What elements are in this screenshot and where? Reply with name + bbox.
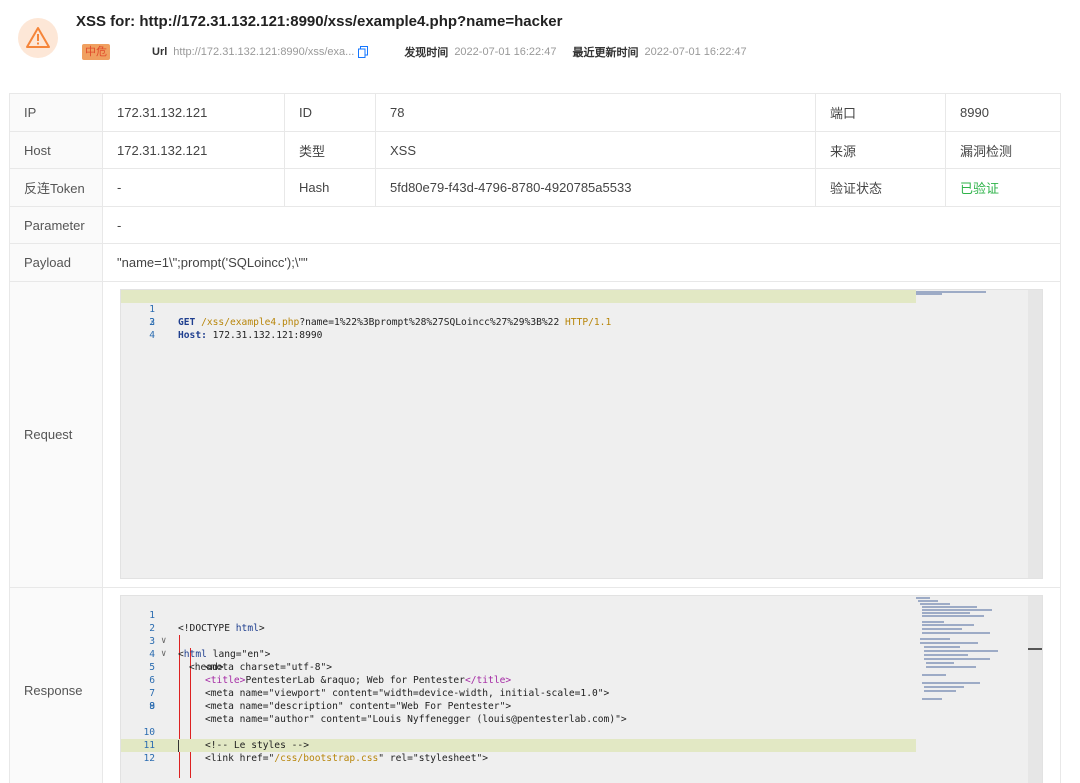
editor-minimap[interactable] xyxy=(916,596,1028,783)
editor-scrollbar[interactable] xyxy=(1028,596,1042,783)
warning-badge xyxy=(18,18,58,58)
id-value: 78 xyxy=(375,93,816,132)
url-value[interactable]: http://172.31.132.121:8990/xss/exa... xyxy=(173,46,354,58)
token-value: - xyxy=(102,168,285,207)
code-line: 2 ∨ <html lang="en"> xyxy=(149,623,271,660)
port-label: 端口 xyxy=(815,93,946,132)
warning-triangle-icon xyxy=(26,27,50,48)
code-line: 11 <link href="/css/bootstrap.css" rel="… xyxy=(143,740,489,764)
source-label: 来源 xyxy=(815,131,946,169)
code-line: 10 <!-- Le styles --> xyxy=(143,727,309,751)
updated-time-value: 2022-07-01 16:22:47 xyxy=(644,46,747,58)
table-row: Parameter - xyxy=(9,206,1061,244)
code-line: 12 xyxy=(121,739,1042,764)
host-value: 172.31.132.121 xyxy=(102,131,285,169)
table-row: Request 1 GET /xss/example4.php?name=1%2… xyxy=(9,281,1061,588)
code-line: 5 <title>PentesterLab &raquo; Web for Pe… xyxy=(149,662,512,686)
code-line: 7 <meta name="description" content="Web … xyxy=(149,688,512,712)
editor-scrollbar[interactable] xyxy=(1028,290,1042,578)
code-line: 4 <meta charset="utf-8"> xyxy=(149,649,333,673)
copy-icon[interactable] xyxy=(358,46,369,58)
updated-time-label: 最近更新时间 xyxy=(572,47,639,59)
id-label: ID xyxy=(284,93,376,132)
text-caret xyxy=(178,740,179,752)
code-line: 1 GET /xss/example4.php?name=1%22%3Bprom… xyxy=(149,304,612,328)
meta-row: 中危 Url http://172.31.132.121:8990/xss/ex… xyxy=(76,43,747,61)
table-row: 反连Token - Hash 5fd80e79-f43d-4796-8780-4… xyxy=(9,168,1061,207)
code-line: 8 <meta name="author" content="Louis Nyf… xyxy=(149,701,627,725)
ip-label: IP xyxy=(9,93,103,132)
found-time-label: 发现时间 xyxy=(404,47,449,59)
hash-label: Hash xyxy=(284,168,376,207)
code-line: 9 xyxy=(149,701,155,712)
code-line: 3 xyxy=(149,317,155,328)
url-label: Url xyxy=(152,46,168,58)
request-cell: 1 GET /xss/example4.php?name=1%22%3Bprom… xyxy=(102,281,1061,588)
source-value: 漏洞检测 xyxy=(945,131,1061,169)
code-line: 2 Host: 172.31.132.121:8990 xyxy=(149,317,323,341)
parameter-label: Parameter xyxy=(9,206,103,244)
request-editor[interactable]: 1 GET /xss/example4.php?name=1%22%3Bprom… xyxy=(120,289,1043,579)
table-row: Host 172.31.132.121 类型 XSS 来源 漏洞检测 xyxy=(9,131,1061,169)
verify-status-value: 已验证 xyxy=(945,168,1061,207)
ip-value: 172.31.132.121 xyxy=(102,93,285,132)
port-value: 8990 xyxy=(945,93,1061,132)
response-editor[interactable]: 1 <!DOCTYPE html> 2 ∨ <html lang="en"> 3… xyxy=(120,595,1043,783)
code-line: 4 xyxy=(149,330,155,341)
payload-label: Payload xyxy=(9,243,103,282)
parameter-value: - xyxy=(102,206,1061,244)
table-row: Response 1 <!DOCTYPE html> 2 ∨ <html lan… xyxy=(9,587,1061,783)
code-line: 3 ∨ <head> xyxy=(149,636,224,673)
response-label: Response xyxy=(9,587,103,783)
code-line: 1 <!DOCTYPE html> xyxy=(149,610,265,634)
request-label: Request xyxy=(9,281,103,588)
hash-value: 5fd80e79-f43d-4796-8780-4920785a5533 xyxy=(375,168,816,207)
found-time-value: 2022-07-01 16:22:47 xyxy=(454,46,557,58)
response-cell: 1 <!DOCTYPE html> 2 ∨ <html lang="en"> 3… xyxy=(102,587,1061,783)
table-row: Payload "name=1\";prompt('SQLoincc');\"" xyxy=(9,243,1061,282)
vuln-detail-table: IP 172.31.132.121 ID 78 端口 8990 Host 172… xyxy=(9,93,1061,783)
editor-minimap[interactable] xyxy=(916,290,1028,578)
scroll-position-marker xyxy=(1028,648,1042,650)
type-value: XSS xyxy=(375,131,816,169)
token-label: 反连Token xyxy=(9,168,103,207)
type-label: 类型 xyxy=(284,131,376,169)
verify-label: 验证状态 xyxy=(815,168,946,207)
vuln-header: XSS for: http://172.31.132.121:8990/xss/… xyxy=(0,0,1080,90)
page-title: XSS for: http://172.31.132.121:8990/xss/… xyxy=(76,13,563,30)
severity-badge: 中危 xyxy=(82,44,110,60)
table-row: IP 172.31.132.121 ID 78 端口 8990 xyxy=(9,93,1061,132)
host-label: Host xyxy=(9,131,103,169)
payload-value: "name=1\";prompt('SQLoincc');\"" xyxy=(102,243,1061,282)
code-line: 6 <meta name="viewport" content="width=d… xyxy=(149,675,610,699)
